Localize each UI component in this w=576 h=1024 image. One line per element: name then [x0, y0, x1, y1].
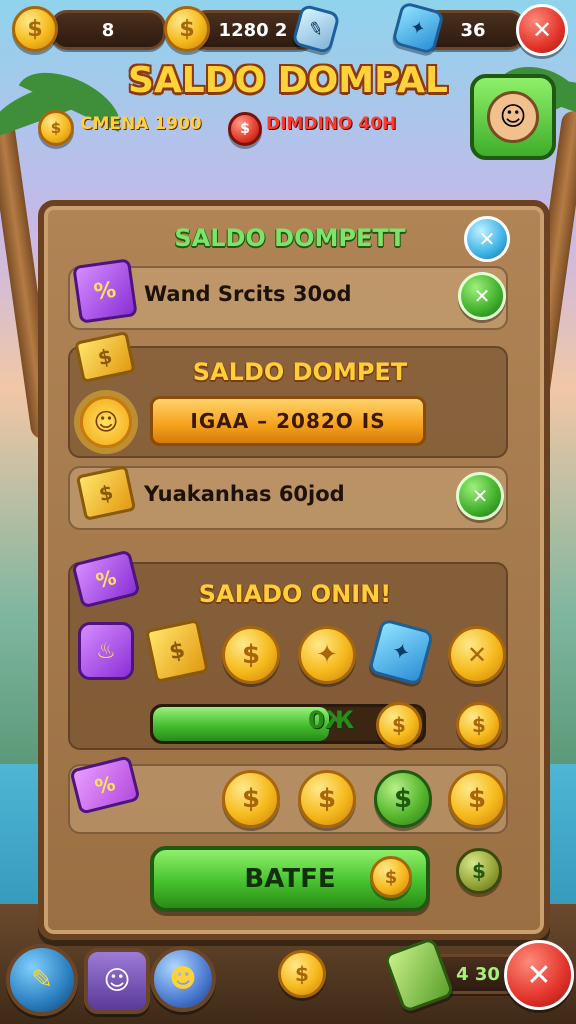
- coin-reward[interactable]: ✦: [298, 626, 356, 684]
- coins-counter: 8: [50, 10, 166, 50]
- row-label: Wand Srcits 30od: [144, 282, 352, 306]
- coin-symbol: ✦: [316, 640, 338, 670]
- gems-counter-value: 36: [460, 19, 486, 41]
- coin-symbol: $: [393, 784, 413, 814]
- tools-button[interactable]: ✎: [6, 944, 78, 1016]
- coin-icon[interactable]: $: [12, 6, 58, 52]
- coin-item[interactable]: $: [298, 770, 356, 828]
- check-icon: ✕: [471, 484, 489, 508]
- tag-symbol: %: [92, 770, 118, 800]
- section-title: SAIADO ONIN!: [198, 580, 392, 608]
- balance-display: IGAA – 2082O IS: [150, 396, 426, 446]
- coins-counter-value: 8: [101, 19, 115, 41]
- coin-symbol: $: [467, 784, 487, 814]
- close-icon: ✕: [526, 957, 552, 993]
- row-confirm-button[interactable]: ✕: [458, 272, 506, 320]
- sun-icon: ☺: [80, 396, 132, 448]
- item-symbol: $: [166, 637, 188, 665]
- section-title: SALDO DOMPET: [192, 358, 408, 386]
- progress-coin-icon: $: [376, 702, 422, 748]
- coin-symbol: $: [472, 859, 486, 883]
- coin-symbol: $: [241, 784, 261, 814]
- gem-symbol: ✦: [388, 637, 414, 667]
- gold-coin-icon[interactable]: $: [164, 6, 210, 52]
- panel-close-button[interactable]: ✕: [464, 216, 510, 262]
- character-button[interactable]: ☺: [84, 948, 150, 1014]
- coin-symbol: $: [295, 962, 309, 986]
- action-button-label: BATFE: [244, 864, 336, 894]
- coin-symbol: $: [384, 866, 398, 888]
- check-icon: ✕: [473, 284, 491, 308]
- tag-symbol: %: [93, 564, 119, 594]
- balance-left: CMENA 1900: [80, 114, 202, 134]
- coin-symbol: ✕: [466, 641, 488, 669]
- coin-symbol: $: [50, 119, 62, 137]
- chest-symbol: %: [92, 277, 118, 305]
- purple-chest-icon: %: [72, 258, 138, 324]
- coin-item[interactable]: $: [222, 770, 280, 828]
- avatar-face-icon: ☺: [499, 102, 527, 132]
- green-coin-item[interactable]: $: [374, 770, 432, 828]
- coin-symbol: $: [241, 640, 261, 670]
- red-coin-icon: $: [228, 112, 262, 146]
- side-coin-button[interactable]: $: [456, 848, 502, 894]
- purple-bucket-icon[interactable]: ♨: [78, 622, 134, 680]
- coin-item[interactable]: $: [448, 770, 506, 828]
- row-confirm-button[interactable]: ✕: [456, 472, 504, 520]
- avatar: ☺: [487, 91, 539, 143]
- balance-coin-icon: $: [38, 110, 74, 146]
- panel-title: SALDO DOMPETT: [174, 224, 406, 252]
- emote-button[interactable]: ☻: [150, 946, 216, 1012]
- sun-face: ☺: [93, 408, 119, 436]
- balance-right: DIMDINO 40H: [266, 114, 397, 134]
- coin-symbol: $: [240, 121, 250, 137]
- pencil-icon: ✎: [31, 965, 53, 995]
- coin-symbol: $: [317, 784, 337, 814]
- close-icon: ✕: [531, 16, 553, 44]
- bottom-coin-icon[interactable]: $: [278, 950, 326, 998]
- coin-symbol: $: [392, 713, 406, 737]
- gold-counter-value: 1280 2: [218, 19, 288, 41]
- profile-avatar-button[interactable]: ☺: [470, 74, 556, 160]
- smile-icon: ☻: [169, 964, 197, 994]
- coin-symbol: $: [179, 16, 195, 42]
- gem-symbol: ✦: [407, 15, 429, 41]
- gold-ticket-item[interactable]: $: [144, 618, 210, 684]
- coin-symbol: $: [472, 713, 486, 737]
- balance-display-text: IGAA – 2082O IS: [190, 409, 386, 433]
- progress-fill: [153, 707, 329, 741]
- button-coin-icon: $: [370, 856, 412, 898]
- bottom-close-button[interactable]: ✕: [504, 940, 574, 1010]
- chest-symbol: $: [96, 479, 116, 507]
- top-close-button[interactable]: ✕: [516, 4, 568, 56]
- character-avatar-icon: ☺: [103, 966, 131, 996]
- coin-symbol: $: [27, 16, 43, 42]
- close-icon: ✕: [478, 227, 496, 251]
- progress-label: 0Ж: [308, 706, 355, 734]
- coin-reward[interactable]: $: [456, 702, 502, 748]
- coin-reward[interactable]: $: [222, 626, 280, 684]
- row-label: Yuakanhas 60jod: [144, 482, 345, 506]
- ticket-symbol: $: [95, 343, 115, 371]
- item-symbol: ♨: [96, 638, 116, 664]
- ticket-symbol: ✎: [305, 16, 327, 42]
- coin-reward-x[interactable]: ✕: [448, 626, 506, 684]
